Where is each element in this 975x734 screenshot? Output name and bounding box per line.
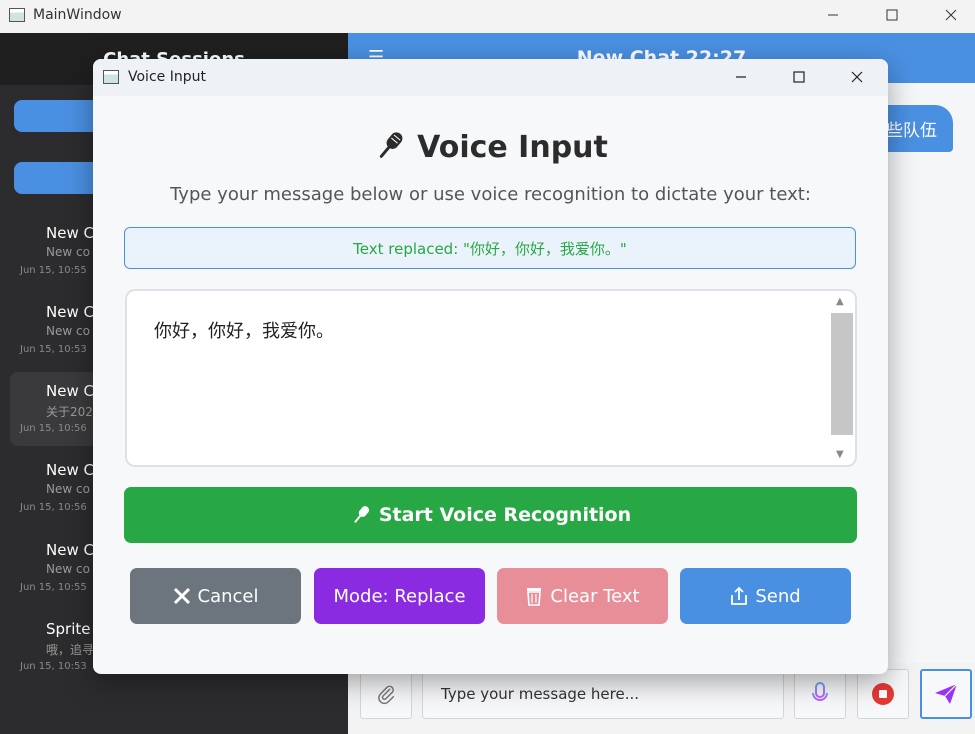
attach-button[interactable] [360, 669, 412, 719]
mode-toggle-button[interactable]: Mode: Replace [314, 568, 485, 624]
microphone-icon [350, 504, 372, 526]
send-button[interactable]: Send [680, 568, 851, 624]
scroll-up-icon[interactable]: ▲ [836, 296, 844, 307]
dialog-close-button[interactable] [834, 62, 880, 92]
session-time: Jun 15, 10:53 [20, 661, 87, 672]
session-preview: New co [46, 324, 90, 338]
start-voice-recognition-label: Start Voice Recognition [378, 504, 632, 526]
session-title: New C [46, 461, 94, 479]
cancel-label: Cancel [197, 585, 259, 607]
dialog-heading-text: Voice Input [417, 130, 608, 165]
clear-text-label: Clear Text [550, 585, 640, 607]
session-preview: New co [46, 245, 90, 259]
dialog-titlebar: Voice Input [93, 59, 888, 96]
close-icon [945, 9, 957, 21]
dialog-window-title: Voice Input [128, 69, 206, 85]
voice-text-content: 你好，你好，我爱你。 [154, 321, 334, 342]
session-preview: 关于202 [46, 405, 93, 419]
main-titlebar: MainWindow [0, 0, 975, 33]
voice-input-button[interactable] [794, 669, 846, 719]
minimize-button[interactable] [810, 0, 856, 30]
send-tray-icon [730, 586, 748, 606]
maximize-button[interactable] [869, 0, 915, 30]
session-preview: New co [46, 562, 90, 576]
session-title: New C [46, 303, 94, 321]
scroll-down-icon[interactable]: ▼ [836, 449, 844, 460]
stop-button[interactable] [857, 669, 909, 719]
stop-icon [872, 683, 894, 705]
session-time: Jun 15, 10:55 [20, 265, 87, 276]
maximize-icon [886, 9, 898, 21]
session-preview: 哦，追寻 [46, 643, 95, 657]
cancel-button[interactable]: Cancel [130, 568, 301, 624]
app-icon [9, 8, 25, 22]
voice-text-input[interactable]: 你好，你好，我爱你。 ▲ ▼ [125, 289, 857, 467]
session-time: Jun 15, 10:56 [20, 502, 87, 513]
mode-label: Mode: Replace [333, 585, 466, 607]
minimize-icon [828, 14, 838, 16]
dialog-minimize-button[interactable] [718, 62, 764, 92]
dialog-instructions: Type your message below or use voice rec… [170, 184, 811, 205]
session-time: Jun 15, 10:53 [20, 344, 87, 355]
microphone-icon [373, 129, 407, 171]
dialog-maximize-button[interactable] [776, 62, 822, 92]
send-label: Send [755, 585, 801, 607]
session-time: Jun 15, 10:55 [20, 582, 87, 593]
dialog-heading: Voice Input [93, 129, 888, 171]
x-icon [173, 587, 191, 605]
start-voice-recognition-button[interactable]: Start Voice Recognition [124, 487, 857, 543]
trash-icon [525, 586, 543, 606]
message-input[interactable]: Type your message here... [422, 669, 784, 719]
maximize-icon [793, 71, 805, 83]
paperclip-icon [378, 685, 395, 705]
session-preview: New co [46, 482, 90, 496]
session-title: New C [46, 224, 94, 242]
session-title: New C [46, 541, 94, 559]
clear-text-button[interactable]: Clear Text [497, 568, 668, 624]
close-button[interactable] [928, 0, 974, 30]
close-icon [851, 71, 863, 83]
text-scrollbar[interactable]: ▲ ▼ [831, 293, 853, 463]
session-time: Jun 15, 10:56 [20, 423, 87, 434]
dialog-app-icon [103, 70, 119, 84]
status-message: Text replaced: "你好，你好，我爱你。" [124, 227, 856, 269]
session-title: Sprite [46, 620, 91, 638]
session-title: New C [46, 382, 94, 400]
minimize-icon [736, 76, 746, 78]
paper-plane-icon [935, 683, 958, 704]
scrollbar-thumb[interactable] [831, 313, 853, 435]
microphone-icon [812, 682, 828, 705]
voice-input-dialog: Voice Input Voice Input Type your messag… [93, 59, 888, 674]
main-window-title: MainWindow [33, 7, 122, 23]
send-message-button[interactable] [920, 669, 972, 719]
